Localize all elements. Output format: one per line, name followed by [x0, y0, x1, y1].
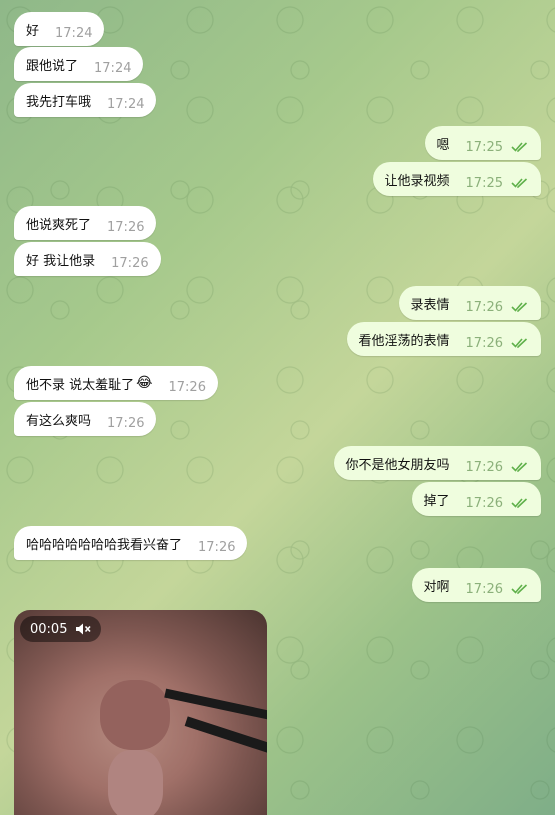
- message-text: 好: [26, 23, 40, 39]
- message-time: 17:26: [107, 415, 145, 431]
- message-text: 录表情: [410, 297, 450, 313]
- message-bubble-outgoing[interactable]: 看他淫荡的表情 17:26: [346, 322, 541, 356]
- message-text: 跟他说了: [26, 58, 79, 74]
- message-time: 17:26: [198, 539, 236, 555]
- message-time: 17:26: [168, 379, 206, 395]
- message-time: 17:26: [465, 581, 503, 597]
- message-time: 17:24: [107, 96, 145, 112]
- message-text: 我先打车哦: [26, 94, 92, 110]
- message-text: 对啊: [423, 579, 450, 595]
- message-time: 17:26: [465, 495, 503, 511]
- read-checkmarks-icon: [511, 497, 528, 508]
- message-time: 17:26: [107, 219, 145, 235]
- read-checkmarks-icon: [511, 177, 528, 188]
- message-time: 17:24: [94, 60, 132, 76]
- read-checkmarks-icon: [511, 141, 528, 152]
- message-bubble-incoming[interactable]: 他不录 说太羞耻了 😂 17:26: [14, 366, 218, 400]
- message-text: 哈哈哈哈哈哈哈我看兴奋了: [26, 537, 183, 553]
- read-checkmarks-icon: [511, 301, 528, 312]
- message-text: 看他淫荡的表情: [358, 333, 450, 349]
- message-bubble-incoming[interactable]: 哈哈哈哈哈哈哈我看兴奋了 17:26: [14, 526, 248, 560]
- message-text: 他不录 说太羞耻了: [26, 377, 135, 393]
- message-bubble-outgoing[interactable]: 掉了 17:26: [411, 482, 541, 516]
- message-text: 你不是他女朋友吗: [345, 457, 450, 473]
- video-frame-shape: [184, 716, 267, 754]
- video-frame-shape: [108, 750, 163, 815]
- laughing-emoji-icon: 😂: [136, 375, 153, 391]
- message-text: 让他录视频: [384, 173, 450, 189]
- message-bubble-outgoing[interactable]: 录表情 17:26: [398, 286, 541, 320]
- message-text: 嗯: [436, 137, 450, 153]
- video-frame-shape: [100, 680, 170, 750]
- message-bubble-outgoing[interactable]: 让他录视频 17:25: [372, 162, 541, 196]
- message-time: 17:26: [465, 335, 503, 351]
- message-bubble-outgoing[interactable]: 嗯 17:25: [424, 126, 541, 160]
- message-bubble-outgoing[interactable]: 对啊 17:26: [411, 568, 541, 602]
- message-bubble-incoming[interactable]: 跟他说了 17:24: [14, 47, 144, 81]
- message-time: 17:26: [465, 459, 503, 475]
- read-checkmarks-icon: [511, 461, 528, 472]
- message-text: 好 我让他录: [26, 253, 96, 269]
- video-duration-badge[interactable]: 00:05: [20, 616, 102, 642]
- message-bubble-incoming[interactable]: 我先打车哦 17:24: [14, 83, 157, 117]
- message-bubble-outgoing[interactable]: 你不是他女朋友吗 17:26: [333, 446, 541, 480]
- message-text: 有这么爽吗: [26, 413, 92, 429]
- message-bubble-incoming[interactable]: 有这么爽吗 17:26: [14, 402, 157, 436]
- video-frame-shape: [164, 688, 267, 721]
- read-checkmarks-icon: [511, 583, 528, 594]
- muted-speaker-icon[interactable]: [75, 622, 92, 636]
- message-text: 掉了: [423, 493, 450, 509]
- message-time: 17:26: [465, 299, 503, 315]
- message-text: 他说爽死了: [26, 217, 92, 233]
- read-checkmarks-icon: [511, 337, 528, 348]
- message-time: 17:25: [465, 139, 503, 155]
- message-time: 17:25: [465, 175, 503, 191]
- message-bubble-incoming[interactable]: 他说爽死了 17:26: [14, 206, 157, 240]
- video-duration: 00:05: [30, 621, 68, 637]
- message-bubble-incoming[interactable]: 好 17:24: [14, 12, 105, 46]
- message-time: 17:24: [55, 25, 93, 41]
- message-bubble-incoming[interactable]: 好 我让他录 17:26: [14, 242, 161, 276]
- message-time: 17:26: [111, 255, 149, 271]
- video-message[interactable]: 00:05: [14, 610, 267, 815]
